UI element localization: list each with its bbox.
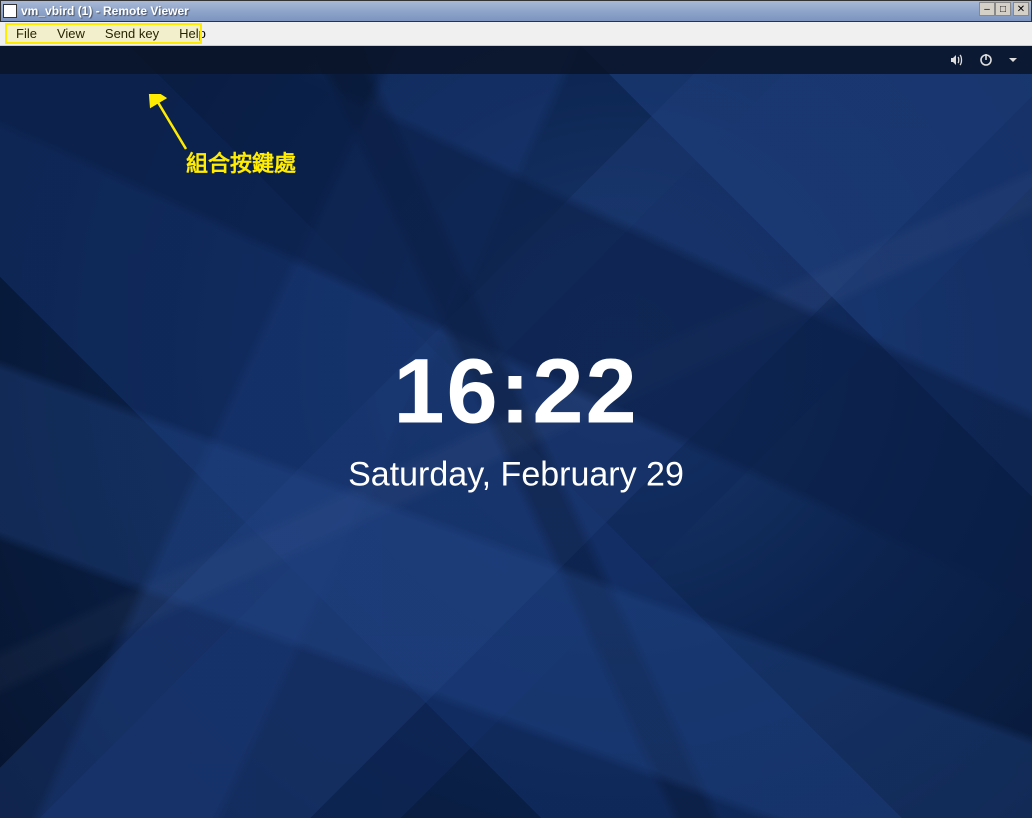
clock-time: 16:22 <box>348 346 684 438</box>
minimize-button[interactable]: – <box>979 2 995 16</box>
minimize-icon: – <box>984 4 990 15</box>
menubar: File View Send key Help <box>0 22 1032 46</box>
gnome-topbar <box>0 46 1032 74</box>
lock-screen-clock: 16:22 Saturday, February 29 <box>348 346 684 495</box>
window-titlebar[interactable]: vm_vbird (1) - Remote Viewer – □ ✕ <box>0 0 1032 22</box>
close-button[interactable]: ✕ <box>1013 2 1029 16</box>
menu-sendkey[interactable]: Send key <box>95 24 169 43</box>
maximize-button[interactable]: □ <box>995 2 1011 16</box>
menu-file[interactable]: File <box>6 24 47 43</box>
window-controls: – □ ✕ <box>979 2 1029 16</box>
menu-view[interactable]: View <box>47 24 95 43</box>
window-title: vm_vbird (1) - Remote Viewer <box>21 4 189 18</box>
menu-help[interactable]: Help <box>169 24 216 43</box>
maximize-icon: □ <box>1000 4 1006 15</box>
clock-date: Saturday, February 29 <box>348 456 684 495</box>
guest-display[interactable]: 16:22 Saturday, February 29 組合按鍵處 <box>0 46 1032 818</box>
chevron-down-icon[interactable] <box>1008 55 1018 65</box>
volume-icon[interactable] <box>948 52 964 68</box>
app-icon <box>3 4 17 18</box>
power-icon[interactable] <box>978 52 994 68</box>
close-icon: ✕ <box>1017 4 1025 15</box>
